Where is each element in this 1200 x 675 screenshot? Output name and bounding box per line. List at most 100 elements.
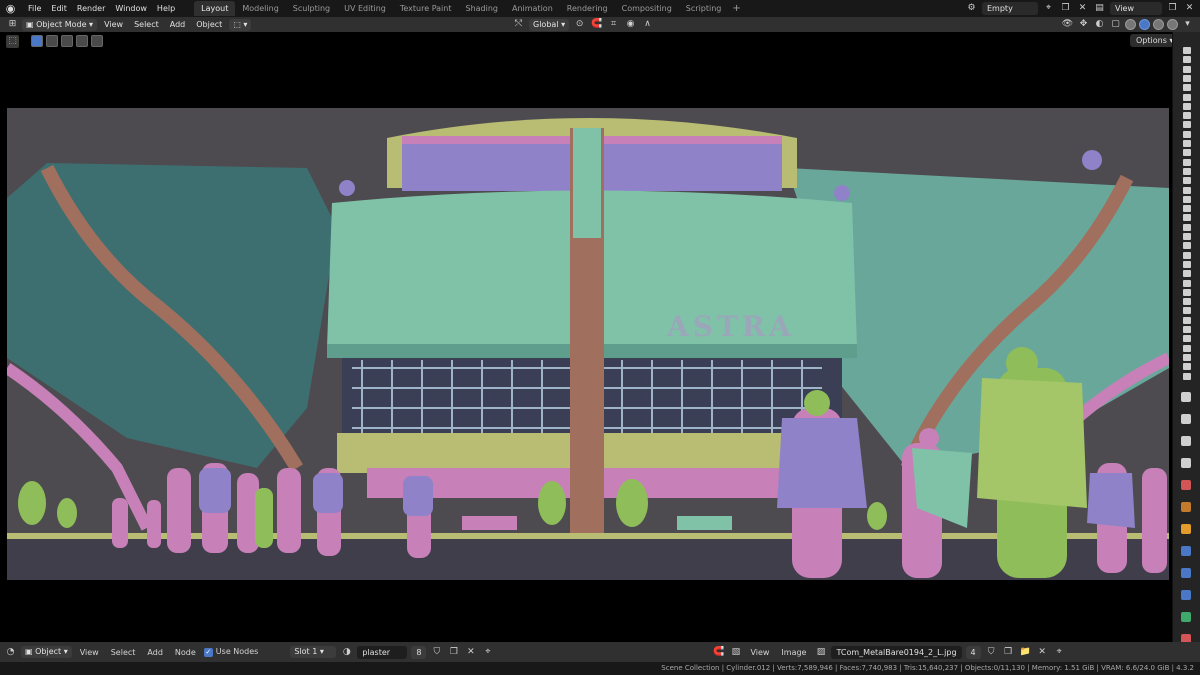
render-visibility-icon[interactable] <box>1183 102 1191 110</box>
tab-shading[interactable]: Shading <box>458 1 505 16</box>
render-visibility-icon[interactable] <box>1183 288 1191 296</box>
viewport-menu-view[interactable]: View <box>100 20 127 29</box>
select-mode-subtract[interactable] <box>61 35 73 47</box>
pin-material-icon[interactable]: ⌖ <box>481 646 494 659</box>
image-name-field[interactable]: TCom_MetalBare0194_2_L.jpg <box>831 645 962 659</box>
view-layer-icon[interactable]: ▤ <box>1093 2 1106 15</box>
particles-tab-icon[interactable] <box>1181 568 1191 578</box>
shader-editor-type-icon[interactable]: ◔ <box>4 646 17 659</box>
tab-sculpting[interactable]: Sculpting <box>286 1 337 16</box>
render-visibility-icon[interactable] <box>1183 251 1191 259</box>
node-menu-add[interactable]: Add <box>143 648 167 657</box>
physics-tab-icon[interactable] <box>1181 590 1191 600</box>
tab-scripting[interactable]: Scripting <box>679 1 729 16</box>
material-users-count[interactable]: 8 <box>411 645 427 659</box>
viewport-menu-select[interactable]: Select <box>130 20 163 29</box>
new-material-icon[interactable]: ❐ <box>447 646 460 659</box>
use-nodes-checkbox[interactable]: ✓ <box>203 648 213 657</box>
orientation-icon[interactable]: ⤲ <box>512 18 525 31</box>
view-layer-field[interactable]: View Layer <box>1110 2 1162 26</box>
select-mode-intersect[interactable] <box>91 35 103 47</box>
data-tab-icon[interactable] <box>1181 612 1191 622</box>
render-visibility-icon[interactable] <box>1183 84 1191 92</box>
select-mode-extend[interactable] <box>46 35 58 47</box>
render-tab-icon[interactable] <box>1181 414 1191 424</box>
shading-rendered-button[interactable] <box>1167 19 1178 30</box>
editor-type-icon[interactable]: ⊞ <box>6 18 19 31</box>
unlink-material-icon[interactable]: ✕ <box>464 646 477 659</box>
tab-uv-editing[interactable]: UV Editing <box>337 1 393 16</box>
mode-dropdown[interactable]: ▣ Object Mode ▾ <box>22 18 98 31</box>
select-mode-new[interactable] <box>31 35 43 47</box>
render-visibility-icon[interactable] <box>1183 270 1191 278</box>
add-workspace-icon[interactable]: + <box>728 3 744 14</box>
scene-tab-icon[interactable] <box>1181 480 1191 490</box>
viewport-menu-object[interactable]: Object <box>192 20 226 29</box>
render-visibility-icon[interactable] <box>1183 316 1191 324</box>
render-visibility-icon[interactable] <box>1183 158 1191 166</box>
render-visibility-icon[interactable] <box>1183 47 1191 54</box>
render-visibility-icon[interactable] <box>1183 298 1191 306</box>
orientation-dropdown[interactable]: Global ▾ <box>529 18 570 31</box>
material-name-field[interactable]: plaster <box>357 645 408 659</box>
pin-icon[interactable]: ⌖ <box>1042 2 1055 15</box>
render-visibility-icon[interactable] <box>1183 186 1191 194</box>
menu-render[interactable]: Render <box>72 0 110 17</box>
modifier-tab-icon[interactable] <box>1181 546 1191 556</box>
render-visibility-icon[interactable] <box>1183 214 1191 222</box>
open-image-icon[interactable]: 📁 <box>1019 646 1032 659</box>
object-tools-dropdown[interactable]: ⬚ ▾ <box>229 18 252 31</box>
material-browse-icon[interactable]: ◑ <box>340 646 353 659</box>
render-visibility-icon[interactable] <box>1183 223 1191 231</box>
shading-options-icon[interactable]: ▾ <box>1181 18 1194 31</box>
copy-layer-icon[interactable]: ❐ <box>1166 2 1179 15</box>
view-layer-tab-icon[interactable] <box>1181 458 1191 468</box>
visibility-icon[interactable]: 👁 <box>1061 18 1074 31</box>
scene-field[interactable]: Empty <box>982 2 1038 15</box>
tab-layout[interactable]: Layout <box>194 1 236 16</box>
image-menu-view[interactable]: View <box>746 648 773 657</box>
render-visibility-icon[interactable] <box>1183 177 1191 185</box>
render-visibility-icon[interactable] <box>1183 167 1191 175</box>
render-visibility-icon[interactable] <box>1183 112 1191 120</box>
object-type-dropdown[interactable]: ▣ Object ▾ <box>21 646 72 658</box>
pin-image-icon[interactable]: ⌖ <box>1053 646 1066 659</box>
gizmo-icon[interactable]: ✥ <box>1077 18 1090 31</box>
scene-icon[interactable]: ⚙ <box>965 2 978 15</box>
use-nodes-toggle[interactable]: ✓ Use Nodes <box>203 647 258 657</box>
menu-window[interactable]: Window <box>110 0 152 17</box>
tab-texture-paint[interactable]: Texture Paint <box>393 1 459 16</box>
image-fake-user-icon[interactable]: ⛉ <box>985 646 998 659</box>
snap-icon[interactable]: 🧲 <box>590 18 603 31</box>
shading-wireframe-button[interactable] <box>1125 19 1136 30</box>
blender-logo-icon[interactable]: ◉ <box>4 2 17 15</box>
snapping-icon[interactable]: 🧲 <box>712 646 725 659</box>
proportional-edit-icon[interactable]: ◉ <box>624 18 637 31</box>
select-mode-invert[interactable] <box>76 35 88 47</box>
image-browse-icon[interactable]: ▨ <box>814 646 827 659</box>
snap-target-icon[interactable]: ⌗ <box>607 18 620 31</box>
node-menu-view[interactable]: View <box>76 648 103 657</box>
render-visibility-icon[interactable] <box>1183 260 1191 268</box>
shading-solid-button[interactable] <box>1139 19 1150 30</box>
node-menu-select[interactable]: Select <box>107 648 140 657</box>
close-icon[interactable]: ✕ <box>1076 2 1089 15</box>
output-tab-icon[interactable] <box>1181 436 1191 446</box>
tab-compositing[interactable]: Compositing <box>615 1 679 16</box>
render-visibility-icon[interactable] <box>1183 195 1191 203</box>
shading-material-button[interactable] <box>1153 19 1164 30</box>
node-menu-node[interactable]: Node <box>171 648 200 657</box>
render-visibility-icon[interactable] <box>1183 56 1191 64</box>
select-tool-icon[interactable]: ⬚ <box>6 34 19 48</box>
pivot-icon[interactable]: ⊙ <box>573 18 586 31</box>
render-visibility-icon[interactable] <box>1183 307 1191 315</box>
remove-layer-icon[interactable]: ✕ <box>1183 2 1196 15</box>
menu-file[interactable]: File <box>23 0 46 17</box>
render-visibility-icon[interactable] <box>1183 279 1191 287</box>
overlay-icon[interactable]: ◐ <box>1093 18 1106 31</box>
xray-icon[interactable]: ▢ <box>1109 18 1122 31</box>
menu-help[interactable]: Help <box>152 0 180 17</box>
tab-animation[interactable]: Animation <box>505 1 560 16</box>
slot-dropdown[interactable]: Slot 1 ▾ <box>290 646 337 658</box>
render-visibility-icon[interactable] <box>1183 121 1191 129</box>
